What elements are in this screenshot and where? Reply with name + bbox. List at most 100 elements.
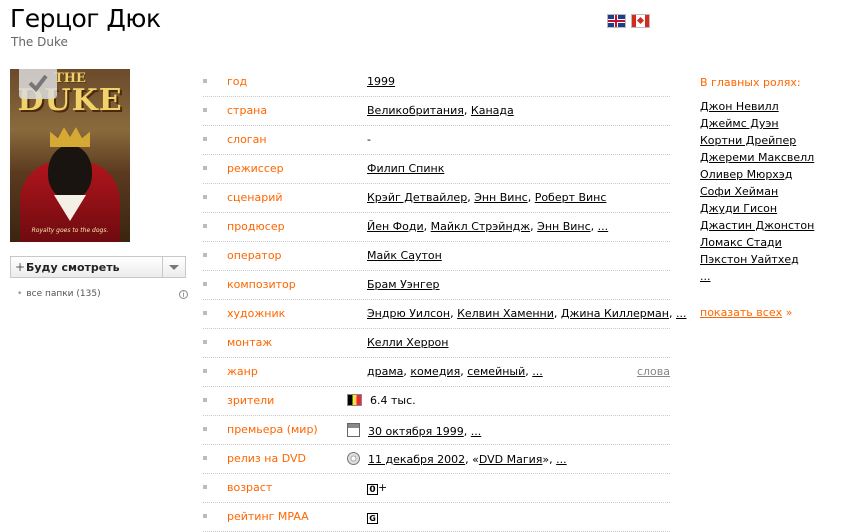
- info-row: возраст 0 +: [203, 474, 670, 503]
- cast-list: В главных ролях: Джон Невилл Джеймс Дуэн К…: [700, 76, 814, 285]
- bullet-icon: [203, 79, 207, 83]
- info-row: слоган -: [203, 126, 670, 155]
- info-label: год: [227, 75, 248, 88]
- info-label: релиз на DVD: [227, 452, 306, 465]
- bullet-icon: [203, 311, 207, 315]
- actor-link[interactable]: Джеймс Дуэн: [700, 117, 779, 130]
- info-value: Майк Саутон: [367, 249, 442, 262]
- bullet-icon: [203, 253, 207, 257]
- movie-poster[interactable]: THE DUKE Royalty goes to the dogs.: [10, 69, 130, 242]
- info-value-link[interactable]: комедия: [410, 365, 460, 378]
- mpaa-rating-badge[interactable]: G: [367, 513, 378, 524]
- actor-link[interactable]: ...: [700, 270, 711, 283]
- info-row: сценарий Крэйг Детвайлер, Энн Винс, Робер…: [203, 184, 670, 213]
- plus-icon: +: [15, 260, 26, 274]
- info-label: слоган: [227, 133, 267, 146]
- info-label: рейтинг MPAA: [227, 510, 309, 523]
- info-value-link[interactable]: драма: [367, 365, 403, 378]
- info-value: 1999: [367, 75, 395, 88]
- info-value-link[interactable]: Энн Винс: [474, 191, 528, 204]
- info-label: оператор: [227, 249, 282, 262]
- info-value-link[interactable]: DVD Магия: [479, 453, 543, 466]
- dvd-disc-icon: [347, 452, 360, 465]
- info-value-link[interactable]: Брам Уэнгер: [367, 278, 440, 291]
- info-label: режиссер: [227, 162, 284, 175]
- info-value-link[interactable]: Джина Киллерман: [561, 307, 669, 320]
- actor-link[interactable]: Джереми Максвелл: [700, 151, 814, 164]
- bullet-icon: [203, 427, 207, 431]
- info-value: Филип Спинк: [367, 162, 444, 175]
- show-all-cast-link[interactable]: показать всех: [700, 306, 782, 319]
- info-value: Крэйг Детвайлер, Энн Винс, Роберт Винс: [367, 191, 607, 204]
- info-value-link[interactable]: Келвин Хаменни: [457, 307, 554, 320]
- actor-link[interactable]: Джастин Джонстон: [700, 219, 814, 232]
- mark-watched-check-icon[interactable]: [19, 69, 57, 99]
- info-value-link[interactable]: Эндрю Уилсон: [367, 307, 450, 320]
- actor-link[interactable]: Пэкстон Уайтхед: [700, 253, 799, 266]
- info-value-link[interactable]: Келли Херрон: [367, 336, 448, 349]
- info-value-link[interactable]: Энн Винс: [537, 220, 591, 233]
- actor-link[interactable]: Ломакс Стади: [700, 236, 782, 249]
- actor-link[interactable]: Оливер Мюрхэд: [700, 168, 792, 181]
- chevron-down-icon[interactable]: [162, 257, 185, 277]
- info-value: 0 +: [367, 481, 387, 495]
- info-value-text: 6.4 тыс.: [370, 394, 416, 407]
- info-value-link[interactable]: 1999: [367, 75, 395, 88]
- info-row: рейтинг MPAA G: [203, 503, 670, 532]
- info-value-link[interactable]: ...: [598, 220, 609, 233]
- info-value-link[interactable]: ...: [556, 453, 567, 466]
- info-label: жанр: [227, 365, 258, 378]
- actor-link[interactable]: Софи Хейман: [700, 185, 778, 198]
- cast-item: Джуди Гисон: [700, 200, 814, 217]
- info-value-link[interactable]: 11 декабря 2002: [368, 453, 465, 466]
- canada-flag-icon[interactable]: [631, 14, 650, 28]
- info-row: оператор Майк Саутон: [203, 242, 670, 271]
- calendar-icon: [347, 423, 360, 437]
- cast-item: Пэкстон Уайтхед: [700, 251, 814, 268]
- info-label: страна: [227, 104, 268, 117]
- info-value-link[interactable]: ...: [676, 307, 687, 320]
- page-title: Герцог Дюк: [10, 4, 161, 33]
- uk-flag-icon[interactable]: [607, 14, 626, 28]
- age-rating-badge: 0: [367, 484, 378, 495]
- cast-item: Кортни Дрейпер: [700, 132, 814, 149]
- original-title: The Duke: [11, 35, 68, 49]
- info-value-link[interactable]: ...: [532, 365, 543, 378]
- info-value: -: [367, 133, 371, 146]
- actor-link[interactable]: Джуди Гисон: [700, 202, 777, 215]
- cast-item: Джон Невилл: [700, 98, 814, 115]
- bullet-icon: [203, 282, 207, 286]
- info-label: художник: [227, 307, 286, 320]
- info-value-link[interactable]: 30 октября 1999: [368, 425, 464, 438]
- info-value-link[interactable]: Роберт Винс: [535, 191, 607, 204]
- info-row: страна Великобритания, Канада: [203, 97, 670, 126]
- cast-item: Джереми Максвелл: [700, 149, 814, 166]
- info-value-link[interactable]: Великобритания: [367, 104, 464, 117]
- will-watch-label: Буду смотреть: [26, 261, 120, 274]
- info-row: композитор Брам Уэнгер: [203, 271, 670, 300]
- info-value: 6.4 тыс.: [347, 394, 416, 407]
- keywords-link[interactable]: слова: [637, 365, 670, 378]
- cast-heading: В главных ролях:: [700, 76, 801, 89]
- info-value-text: -: [367, 133, 371, 146]
- bullet-icon: [203, 137, 207, 141]
- bullet-icon: [203, 398, 207, 402]
- info-value-link[interactable]: Канада: [471, 104, 514, 117]
- info-value-link[interactable]: Майкл Стрэйндж: [431, 220, 531, 233]
- info-value-link[interactable]: Филип Спинк: [367, 162, 444, 175]
- belgium-flag-icon: [347, 394, 362, 406]
- actor-link[interactable]: Кортни Дрейпер: [700, 134, 796, 147]
- info-value-link[interactable]: семейный: [467, 365, 525, 378]
- folders-link[interactable]: • все папки (135): [17, 289, 101, 299]
- crown-icon: [50, 127, 90, 147]
- info-value-link[interactable]: Крэйг Детвайлер: [367, 191, 467, 204]
- country-flags: [607, 14, 650, 28]
- cast-item: Ломакс Стади: [700, 234, 814, 251]
- actor-link[interactable]: Джон Невилл: [700, 100, 779, 113]
- info-value-link[interactable]: Йен Фоди: [367, 220, 424, 233]
- info-value-link[interactable]: ...: [471, 425, 482, 438]
- info-value-link[interactable]: Майк Саутон: [367, 249, 442, 262]
- info-row: релиз на DVD 11 декабря 2002, «DVD Магия»…: [203, 445, 670, 474]
- info-icon[interactable]: i: [179, 290, 188, 299]
- will-watch-button[interactable]: + Буду смотреть: [10, 256, 186, 278]
